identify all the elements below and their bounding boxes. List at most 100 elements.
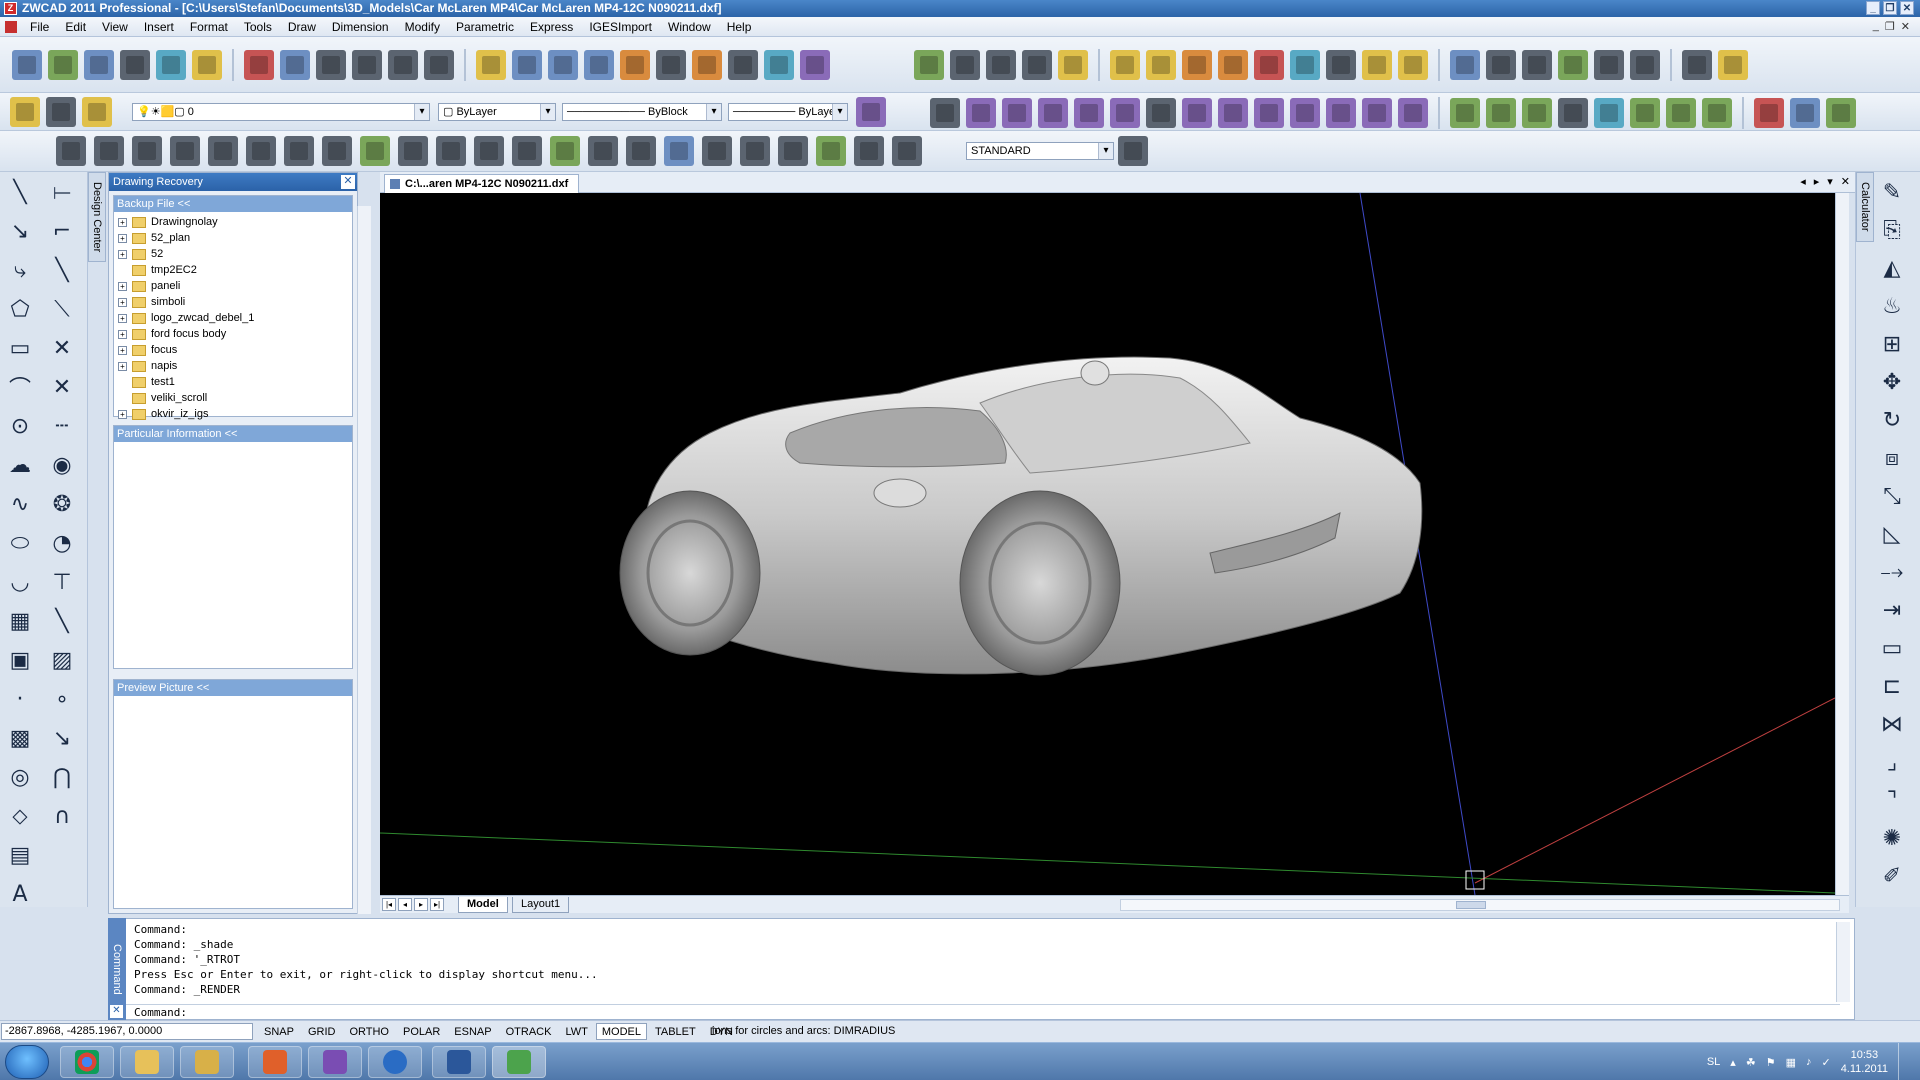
setup-drawing-icon[interactable] — [1326, 98, 1356, 128]
expand-icon[interactable]: + — [118, 281, 127, 291]
cloud-icon[interactable]: ☁ — [6, 451, 34, 479]
express-trim-icon[interactable] — [1558, 50, 1588, 80]
layer-off-icon[interactable] — [1326, 50, 1356, 80]
layer-combo[interactable]: 💡☀🟨▢ 0 — [132, 103, 430, 121]
minimize-button[interactable]: _ — [1866, 1, 1880, 15]
panel-close-icon[interactable]: ✕ — [341, 175, 355, 189]
taskbar-app-purple[interactable] — [308, 1046, 362, 1078]
section-icon[interactable] — [1254, 98, 1284, 128]
express-text-icon[interactable] — [1594, 50, 1624, 80]
arc-length-dim-icon[interactable] — [132, 136, 162, 166]
expand-icon[interactable]: + — [118, 249, 127, 259]
start-button[interactable] — [5, 1045, 49, 1079]
document-menu-icon[interactable] — [5, 21, 17, 33]
line-icon[interactable]: ╲ — [6, 178, 34, 206]
join-object-icon[interactable]: ⋈ — [1878, 710, 1906, 738]
tolerance-icon[interactable] — [550, 136, 580, 166]
document-tab[interactable]: C:\...aren MP4-12C N090211.dxf — [384, 174, 580, 193]
expand-icon[interactable]: + — [118, 217, 127, 227]
dim-break-icon[interactable] — [512, 136, 542, 166]
preview-picture-header[interactable]: Preview Picture << — [114, 680, 352, 696]
publish-icon[interactable] — [192, 50, 222, 80]
cylinder-icon[interactable] — [1002, 98, 1032, 128]
undo-icon[interactable] — [388, 50, 418, 80]
matchprop-icon[interactable] — [352, 50, 382, 80]
viewport-horizontal-scrollbar[interactable] — [1120, 899, 1840, 911]
calculator-tab[interactable]: Calculator — [1856, 172, 1874, 242]
scale-icon[interactable]: ◔ — [48, 529, 76, 557]
show-hidden-icons[interactable]: ▴ — [1730, 1056, 1736, 1069]
render-icon[interactable] — [1486, 98, 1516, 128]
pan-icon[interactable] — [476, 50, 506, 80]
sphere-icon[interactable] — [966, 98, 996, 128]
dimension-style-manager-icon[interactable] — [1118, 136, 1148, 166]
move-icon[interactable]: ◉ — [48, 451, 76, 479]
clock[interactable]: 10:53 4.11.2011 — [1841, 1048, 1888, 1076]
layer-manager-icon[interactable] — [1110, 50, 1140, 80]
edit-object-icon[interactable]: ✐ — [1878, 862, 1906, 890]
setup-view-icon[interactable] — [1362, 98, 1392, 128]
inspection-icon[interactable] — [626, 136, 656, 166]
open-icon[interactable] — [48, 50, 78, 80]
chamfer-object-icon[interactable]: ⌟ — [1878, 748, 1906, 776]
zoom-previous-icon[interactable] — [584, 50, 614, 80]
layer-freeze-icon[interactable] — [1290, 50, 1320, 80]
doc-restore-button[interactable]: ❐ — [1885, 20, 1895, 33]
menu-modify[interactable]: Modify — [397, 17, 448, 37]
command-window-tab[interactable]: Command ✕ — [108, 918, 126, 1020]
ray-icon[interactable]: ↘ — [6, 217, 34, 245]
mirror-icon[interactable]: ✕ — [48, 334, 76, 362]
menu-help[interactable]: Help — [719, 17, 760, 37]
menu-window[interactable]: Window — [660, 17, 719, 37]
menu-format[interactable]: Format — [182, 17, 236, 37]
web-icon[interactable] — [764, 50, 794, 80]
show-desktop-button[interactable] — [1898, 1043, 1908, 1080]
clip-icon[interactable] — [1486, 50, 1516, 80]
region-icon[interactable]: ◎ — [6, 763, 34, 791]
layer-previous-icon[interactable] — [1146, 50, 1176, 80]
tab-right-icon[interactable]: ▸ — [1814, 175, 1820, 188]
dimstyle-combo[interactable]: STANDARD — [966, 142, 1114, 160]
trim-icon[interactable]: ╲ — [48, 607, 76, 635]
mode-grid[interactable]: GRID — [302, 1023, 342, 1040]
action-center-icon[interactable]: ⚑ — [1766, 1056, 1776, 1069]
ucs-face-icon[interactable] — [1058, 50, 1088, 80]
setup-profile-icon[interactable] — [1398, 98, 1428, 128]
menu-express[interactable]: Express — [522, 17, 581, 37]
expand-icon[interactable]: + — [118, 409, 127, 419]
menu-view[interactable]: View — [94, 17, 136, 37]
menu-insert[interactable]: Insert — [136, 17, 182, 37]
layout-first-icon[interactable]: |◂ — [382, 898, 396, 911]
oblique-icon[interactable] — [854, 136, 884, 166]
design-center-tab[interactable]: Design Center — [88, 172, 106, 262]
point-icon[interactable]: · — [6, 685, 34, 713]
tab-close-icon[interactable]: ✕ — [1841, 175, 1850, 188]
quick-dim-icon[interactable] — [360, 136, 390, 166]
circle-icon[interactable]: ⊙ — [6, 412, 34, 440]
mode-tablet[interactable]: TABLET — [649, 1023, 702, 1040]
close-button[interactable]: ✕ — [1900, 1, 1914, 15]
preview-icon[interactable] — [156, 50, 186, 80]
background-icon[interactable] — [1702, 98, 1732, 128]
restore-button[interactable]: ❐ — [1883, 1, 1897, 15]
mode-ortho[interactable]: ORTHO — [343, 1023, 395, 1040]
break-object-icon[interactable]: ⊏ — [1878, 672, 1906, 700]
express-cursor-icon[interactable] — [1682, 50, 1712, 80]
jogged-dim-icon[interactable] — [246, 136, 276, 166]
array-icon[interactable]: ┄ — [48, 412, 76, 440]
color-combo[interactable]: ▢ ByLayer — [438, 103, 556, 121]
layer-make-current-icon[interactable] — [46, 97, 76, 127]
rectangle-icon[interactable]: ▭ — [6, 334, 34, 362]
zwcad-app-icon[interactable]: Z — [4, 2, 17, 15]
chamfer-icon[interactable]: ⋂ — [48, 763, 76, 791]
stretch-object-icon[interactable]: ⤡ — [1878, 482, 1906, 510]
backup-file-item[interactable]: + napis — [118, 358, 352, 374]
express-measure-icon[interactable] — [1718, 50, 1748, 80]
mode-otrack[interactable]: OTRACK — [500, 1023, 558, 1040]
continue-dim-icon[interactable] — [436, 136, 466, 166]
lengthen-icon[interactable]: ◺ — [1878, 520, 1906, 548]
backup-file-item[interactable]: + okvir_iz_igs — [118, 406, 352, 422]
express-text-fit-icon[interactable] — [1630, 50, 1660, 80]
polyline-icon[interactable]: ⤷ — [6, 256, 34, 284]
lineweight-combo[interactable]: ──────── ByLayer — [728, 103, 848, 121]
